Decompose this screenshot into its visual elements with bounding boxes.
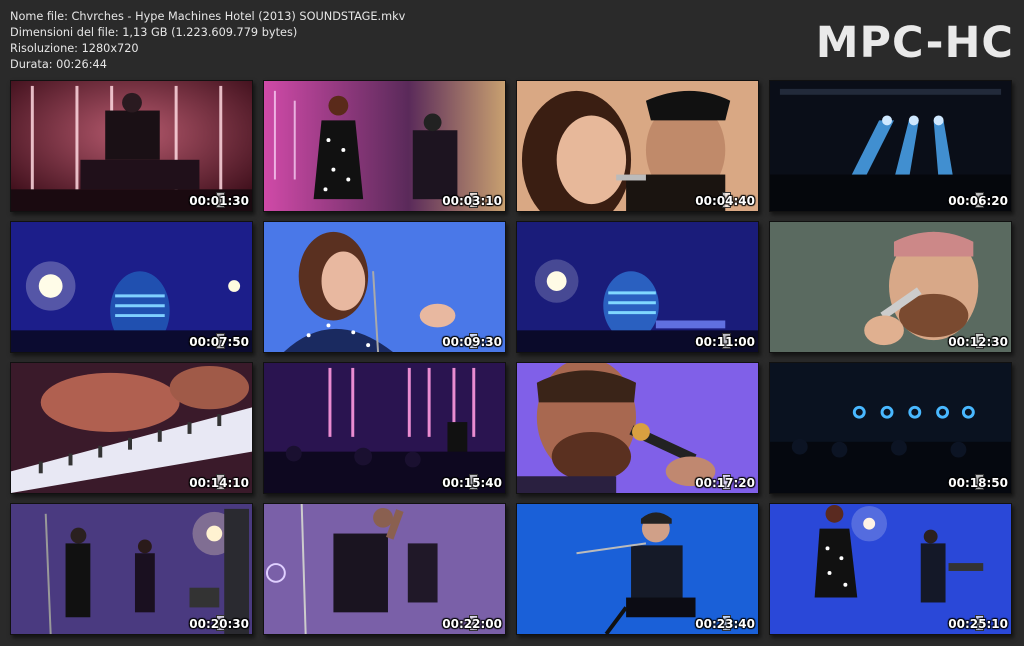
timestamp: 00:12:30 — [948, 335, 1008, 349]
timestamp: 00:20:30 — [189, 617, 249, 631]
timestamp: 00:18:50 — [948, 476, 1008, 490]
timestamp: 00:01:30 — [189, 194, 249, 208]
thumbnail-frame: 00:25:10 — [769, 503, 1012, 635]
thumbnail-grid: 00:01:30 00:03:10 00:04:40 00:06:20 00:0… — [0, 0, 1024, 646]
thumbnail-frame: 00:12:30 — [769, 221, 1012, 353]
timestamp: 00:15:40 — [442, 476, 502, 490]
timestamp: 00:22:00 — [442, 617, 502, 631]
thumbnail-sheet: Nome file: Chvrches - Hype Machines Hote… — [0, 0, 1024, 646]
timestamp: 00:07:50 — [189, 335, 249, 349]
timestamp: 00:23:40 — [695, 617, 755, 631]
timestamp: 00:14:10 — [189, 476, 249, 490]
timestamp: 00:03:10 — [442, 194, 502, 208]
timestamp: 00:25:10 — [948, 617, 1008, 631]
thumbnail-frame: 00:23:40 — [516, 503, 759, 635]
timestamp: 00:04:40 — [695, 194, 755, 208]
thumbnail-frame: 00:07:50 — [10, 221, 253, 353]
thumbnail-frame: 00:04:40 — [516, 80, 759, 212]
thumbnail-frame: 00:15:40 — [263, 362, 506, 494]
timestamp: 00:11:00 — [695, 335, 755, 349]
thumbnail-frame: 00:01:30 — [10, 80, 253, 212]
thumbnail-frame: 00:06:20 — [769, 80, 1012, 212]
thumbnail-frame: 00:18:50 — [769, 362, 1012, 494]
timestamp: 00:06:20 — [948, 194, 1008, 208]
timestamp: 00:09:30 — [442, 335, 502, 349]
thumbnail-frame: 00:03:10 — [263, 80, 506, 212]
thumbnail-frame: 00:11:00 — [516, 221, 759, 353]
timestamp: 00:17:20 — [695, 476, 755, 490]
thumbnail-frame: 00:20:30 — [10, 503, 253, 635]
thumbnail-frame: 00:14:10 — [10, 362, 253, 494]
thumbnail-frame: 00:22:00 — [263, 503, 506, 635]
thumbnail-frame: 00:17:20 — [516, 362, 759, 494]
thumbnail-frame: 00:09:30 — [263, 221, 506, 353]
